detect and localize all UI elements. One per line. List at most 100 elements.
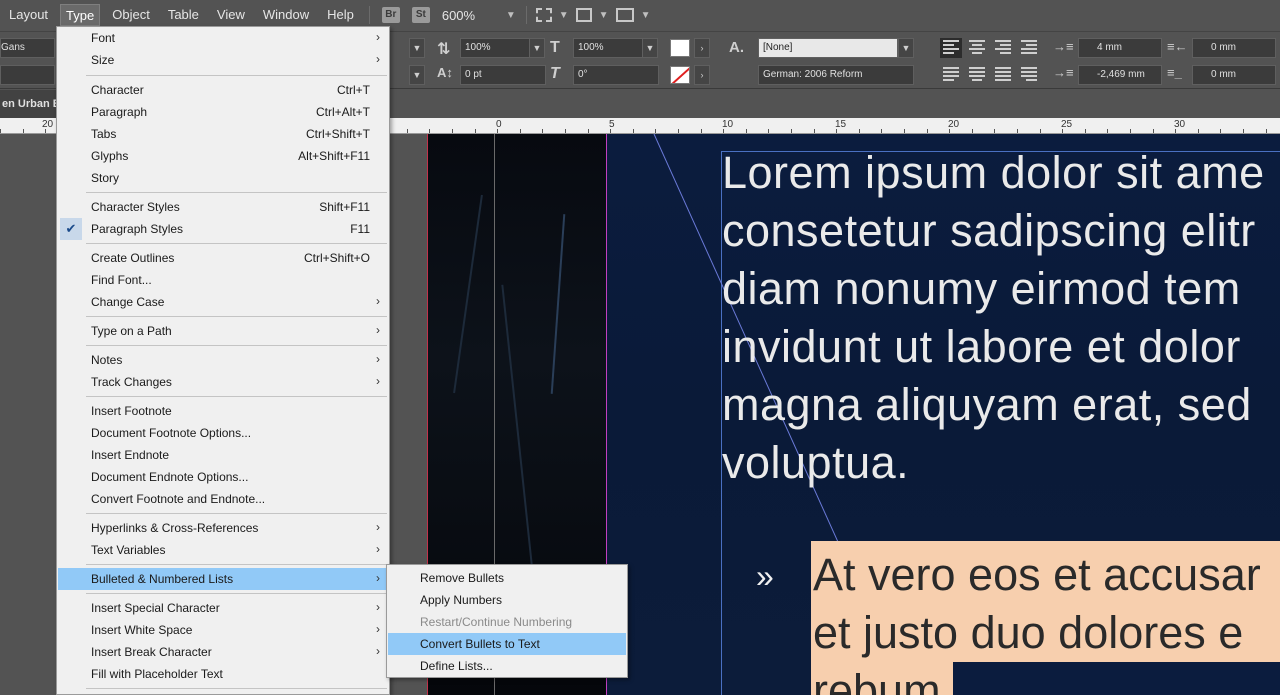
menu-item-insert-special-character[interactable]: Insert Special Character › (58, 597, 388, 619)
menu-table[interactable]: Table (159, 4, 208, 26)
align-towards-spine-icon[interactable] (1018, 38, 1040, 58)
character-style-chevron-icon[interactable]: ▼ (898, 38, 914, 58)
menu-item-insert-white-space[interactable]: Insert White Space › (58, 619, 388, 641)
bullet-glyph: » (756, 558, 774, 594)
arrange-documents-icon[interactable] (615, 8, 634, 22)
first-line-indent-icon: →≡ (1053, 65, 1074, 80)
ruler-tick (1175, 129, 1176, 133)
submenu-arrow-icon: › (376, 644, 380, 658)
menu-item-hyperlinks-cross-references[interactable]: Hyperlinks & Cross-References › (58, 517, 388, 539)
menu-item-text-variables[interactable]: Text Variables › (58, 539, 388, 561)
menu-item-fill-with-placeholder-text[interactable]: Fill with Placeholder Text (58, 663, 388, 685)
menu-item-shortcut: Alt+Shift+F11 (298, 149, 370, 163)
menu-item-track-changes[interactable]: Track Changes › (58, 371, 388, 393)
menu-item-label: Paragraph Styles (91, 222, 184, 236)
menu-item-bulleted-numbered-lists[interactable]: Bulleted & Numbered Lists › (58, 568, 388, 590)
vertical-scale-chevron-icon[interactable]: ▼ (529, 38, 545, 58)
menu-item-insert-break-character[interactable]: Insert Break Character › (58, 641, 388, 663)
menu-item-label: Document Footnote Options... (91, 426, 252, 440)
body-text-line: diam nonumy eirmod tem (722, 263, 1241, 314)
menu-item-label: Text Variables (91, 543, 166, 557)
body-text-line: consetetur sadipscing elitr (722, 205, 1256, 256)
font-size-chevron-icon[interactable]: ▼ (409, 38, 425, 58)
menu-item-type-on-a-path[interactable]: Type on a Path › (58, 320, 388, 342)
ruler-tick (452, 129, 453, 133)
justify-left-icon[interactable] (940, 65, 962, 85)
character-style-field[interactable]: [None] (758, 38, 898, 58)
fill-chevron-icon[interactable]: › (694, 38, 710, 58)
submenu-item-convert-bullets-to-text[interactable]: Convert Bullets to Text (388, 633, 626, 655)
leading-chevron-icon[interactable]: ▼ (409, 65, 425, 85)
vertical-scale-field[interactable]: 100% (460, 38, 530, 58)
menu-window[interactable]: Window (254, 4, 318, 26)
menu-item-story[interactable]: Story (58, 167, 388, 189)
stroke-chevron-icon[interactable]: › (694, 65, 710, 85)
menu-item-insert-endnote[interactable]: Insert Endnote (58, 444, 388, 466)
menu-item-find-font[interactable]: Find Font... (58, 269, 388, 291)
menu-help[interactable]: Help (318, 4, 363, 26)
zoom-level[interactable]: 600% (442, 8, 502, 23)
bulleted-numbered-lists-submenu: Remove Bullets Apply Numbers Restart/Conti… (386, 564, 628, 678)
justify-all-icon[interactable] (992, 65, 1014, 85)
ruler-tick (814, 129, 815, 133)
justify-right-icon[interactable] (1018, 65, 1040, 85)
ruler-tick (45, 129, 46, 133)
menu-item-glyphs[interactable]: Glyphs Alt+Shift+F11 (58, 145, 388, 167)
menu-object[interactable]: Object (103, 4, 159, 26)
align-center-icon[interactable] (966, 38, 988, 58)
screen-mode-icon[interactable] (575, 8, 592, 22)
horizontal-scale-field[interactable]: 100% (573, 38, 643, 58)
menu-item-document-endnote-options[interactable]: Document Endnote Options... (58, 466, 388, 488)
menu-item-notes[interactable]: Notes › (58, 349, 388, 371)
font-family-field[interactable]: Gans (0, 38, 55, 58)
space-after-field[interactable]: 0 mm (1192, 65, 1276, 85)
first-line-indent-field[interactable]: -2,469 mm (1078, 65, 1162, 85)
font-style-field[interactable] (0, 65, 55, 85)
view-options-chevron-icon[interactable]: ▼ (559, 10, 569, 21)
submenu-item-apply-numbers[interactable]: Apply Numbers (388, 589, 626, 611)
menu-item-create-outlines[interactable]: Create Outlines Ctrl+Shift+O (58, 247, 388, 269)
ruler-tick (1130, 129, 1131, 133)
horizontal-scale-chevron-icon[interactable]: ▼ (642, 38, 658, 58)
align-right-icon[interactable] (992, 38, 1014, 58)
stock-button[interactable]: St (411, 7, 430, 23)
menu-layout[interactable]: Layout (0, 4, 57, 26)
menu-view[interactable]: View (208, 4, 254, 26)
ruler-tick (565, 129, 566, 133)
screen-mode-chevron-icon[interactable]: ▼ (599, 10, 609, 21)
stroke-swatch-none-icon[interactable] (670, 66, 690, 84)
submenu-item-define-lists[interactable]: Define Lists... (388, 655, 626, 677)
skew-field[interactable]: 0° (573, 65, 659, 85)
menu-item-font[interactable]: Font › (58, 27, 388, 49)
view-options-icon[interactable] (535, 8, 552, 22)
bullet-text[interactable]: At vero eos et accusar et justo duo dolo… (813, 546, 1261, 695)
arrange-documents-chevron-icon[interactable]: ▼ (641, 10, 651, 21)
body-text[interactable]: Lorem ipsum dolor sit ame consetetur sad… (722, 144, 1280, 492)
menu-item-shortcut: F11 (350, 222, 370, 236)
menu-item-insert-footnote[interactable]: Insert Footnote (58, 400, 388, 422)
menu-item-character-styles[interactable]: Character Styles Shift+F11 (58, 196, 388, 218)
submenu-item-remove-bullets[interactable]: Remove Bullets (388, 567, 626, 589)
bridge-button[interactable]: Br (381, 7, 400, 23)
menu-item-convert-footnote-and-endnote[interactable]: Convert Footnote and Endnote... (58, 488, 388, 510)
menu-item-document-footnote-options[interactable]: Document Footnote Options... (58, 422, 388, 444)
right-indent-field[interactable]: 0 mm (1192, 38, 1276, 58)
menu-item-paragraph-styles[interactable]: ✔ Paragraph Styles F11 (58, 218, 388, 240)
language-field[interactable]: German: 2006 Reform (758, 65, 914, 85)
menu-type[interactable]: Type (60, 4, 101, 26)
menu-item-character[interactable]: Character Ctrl+T (58, 79, 388, 101)
menu-item-tabs[interactable]: Tabs Ctrl+Shift+T (58, 123, 388, 145)
document-tab[interactable]: en Urban E (0, 90, 60, 118)
menu-item-size[interactable]: Size › (58, 49, 388, 71)
zoom-chevron-down-icon[interactable]: ▼ (506, 10, 516, 21)
fill-swatch[interactable] (670, 39, 690, 57)
menu-separator (86, 316, 387, 317)
menu-item-paragraph[interactable]: Paragraph Ctrl+Alt+T (58, 101, 388, 123)
left-indent-field[interactable]: 4 mm (1078, 38, 1162, 58)
bullet-text-line: et justo duo dolores e (813, 607, 1244, 658)
align-left-icon[interactable] (940, 38, 962, 58)
baseline-shift-field[interactable]: 0 pt (460, 65, 546, 85)
menu-item-change-case[interactable]: Change Case › (58, 291, 388, 313)
submenu-arrow-icon: › (376, 600, 380, 614)
justify-center-icon[interactable] (966, 65, 988, 85)
